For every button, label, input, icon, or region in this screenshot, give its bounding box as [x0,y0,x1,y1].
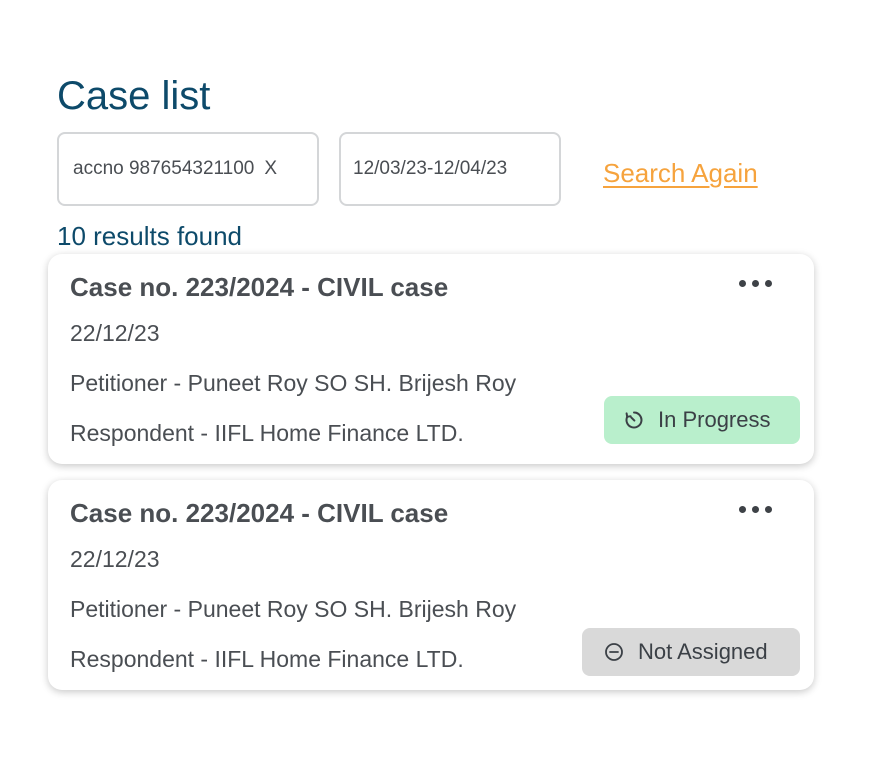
search-filter-field[interactable]: accno 987654321100 X [57,132,319,206]
dot [765,506,772,513]
clear-search-button[interactable]: X [264,158,277,180]
status-badge: Not Assigned [582,628,800,676]
case-date: 22/12/23 [70,320,160,346]
dot [752,506,759,513]
case-card[interactable]: Case no. 223/2024 - CIVIL case 22/12/23 … [48,480,814,690]
date-range-field[interactable]: 12/03/23-12/04/23 [339,132,561,206]
page-title: Case list [57,74,211,118]
results-count: 10 results found [57,221,243,251]
date-range-value: 12/03/23-12/04/23 [353,158,508,179]
dot [765,280,772,287]
case-petitioner: Petitioner - Puneet Roy SO SH. Brijesh R… [70,596,517,622]
search-again-link[interactable]: Search Again [603,158,758,189]
case-respondent: Respondent - IIFL Home Finance LTD. [70,420,464,446]
search-filter-value: accno 987654321100 [73,158,255,179]
more-options-button[interactable] [739,500,772,519]
minus-circle-icon [605,643,623,661]
more-options-button[interactable] [739,274,772,293]
status-badge: In Progress [604,396,800,444]
case-petitioner: Petitioner - Puneet Roy SO SH. Brijesh R… [70,370,517,396]
status-label: In Progress [658,407,771,432]
case-card[interactable]: Case no. 223/2024 - CIVIL case 22/12/23 … [48,254,814,464]
timer-icon [625,411,643,429]
case-title: Case no. 223/2024 - CIVIL case [70,498,449,528]
dot [739,506,746,513]
case-date: 22/12/23 [70,546,160,572]
dot [739,280,746,287]
case-title: Case no. 223/2024 - CIVIL case [70,272,449,302]
dot [752,280,759,287]
case-respondent: Respondent - IIFL Home Finance LTD. [70,646,464,672]
status-label: Not Assigned [638,639,768,664]
